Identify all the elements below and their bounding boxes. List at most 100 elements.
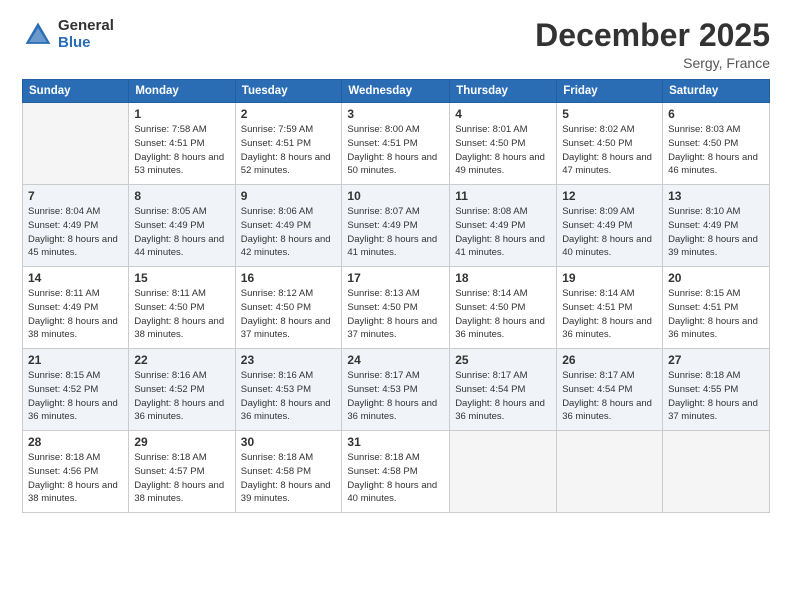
logo: General Blue <box>22 18 114 51</box>
calendar-cell: 3 Sunrise: 8:00 AM Sunset: 4:51 PM Daylig… <box>342 103 450 185</box>
calendar-cell: 6 Sunrise: 8:03 AM Sunset: 4:50 PM Daylig… <box>663 103 770 185</box>
calendar-cell: 27 Sunrise: 8:18 AM Sunset: 4:55 PM Dayli… <box>663 349 770 431</box>
day-number: 15 <box>134 271 229 285</box>
day-number: 18 <box>455 271 551 285</box>
calendar-header-row: SundayMondayTuesdayWednesdayThursdayFrid… <box>23 80 770 103</box>
day-info: Sunrise: 8:18 AM Sunset: 4:55 PM Dayligh… <box>668 369 764 424</box>
calendar-table: SundayMondayTuesdayWednesdayThursdayFrid… <box>22 79 770 513</box>
day-number: 5 <box>562 107 657 121</box>
calendar-week-row: 7 Sunrise: 8:04 AM Sunset: 4:49 PM Daylig… <box>23 185 770 267</box>
day-info: Sunrise: 8:14 AM Sunset: 4:51 PM Dayligh… <box>562 287 657 342</box>
day-number: 3 <box>347 107 444 121</box>
day-info: Sunrise: 8:16 AM Sunset: 4:53 PM Dayligh… <box>241 369 337 424</box>
day-info: Sunrise: 8:17 AM Sunset: 4:53 PM Dayligh… <box>347 369 444 424</box>
calendar-week-row: 1 Sunrise: 7:58 AM Sunset: 4:51 PM Daylig… <box>23 103 770 185</box>
header: General Blue December 2025 Sergy, France <box>22 18 770 71</box>
day-info: Sunrise: 8:04 AM Sunset: 4:49 PM Dayligh… <box>28 205 123 260</box>
day-info: Sunrise: 8:10 AM Sunset: 4:49 PM Dayligh… <box>668 205 764 260</box>
calendar-cell <box>557 431 663 513</box>
calendar-cell: 17 Sunrise: 8:13 AM Sunset: 4:50 PM Dayli… <box>342 267 450 349</box>
day-info: Sunrise: 8:17 AM Sunset: 4:54 PM Dayligh… <box>562 369 657 424</box>
calendar-cell: 28Sunrise: 8:18 AM Sunset: 4:56 PM Dayli… <box>23 431 129 513</box>
day-number: 27 <box>668 353 764 367</box>
day-number: 20 <box>668 271 764 285</box>
day-number: 19 <box>562 271 657 285</box>
calendar-week-row: 28Sunrise: 8:18 AM Sunset: 4:56 PM Dayli… <box>23 431 770 513</box>
calendar-cell: 22 Sunrise: 8:16 AM Sunset: 4:52 PM Dayli… <box>129 349 235 431</box>
day-number: 1 <box>134 107 229 121</box>
col-header-monday: Monday <box>129 80 235 103</box>
col-header-thursday: Thursday <box>450 80 557 103</box>
day-info: Sunrise: 8:03 AM Sunset: 4:50 PM Dayligh… <box>668 123 764 178</box>
day-info: Sunrise: 7:59 AM Sunset: 4:51 PM Dayligh… <box>241 123 337 178</box>
calendar-cell: 20Sunrise: 8:15 AM Sunset: 4:51 PM Dayli… <box>663 267 770 349</box>
calendar-cell: 23Sunrise: 8:16 AM Sunset: 4:53 PM Dayli… <box>235 349 342 431</box>
calendar-cell: 10 Sunrise: 8:07 AM Sunset: 4:49 PM Dayli… <box>342 185 450 267</box>
subtitle: Sergy, France <box>535 55 770 71</box>
calendar-cell: 15 Sunrise: 8:11 AM Sunset: 4:50 PM Dayli… <box>129 267 235 349</box>
calendar-cell: 4Sunrise: 8:01 AM Sunset: 4:50 PM Daylig… <box>450 103 557 185</box>
day-number: 28 <box>28 435 123 449</box>
day-info: Sunrise: 8:08 AM Sunset: 4:49 PM Dayligh… <box>455 205 551 260</box>
day-info: Sunrise: 8:11 AM Sunset: 4:50 PM Dayligh… <box>134 287 229 342</box>
day-info: Sunrise: 8:17 AM Sunset: 4:54 PM Dayligh… <box>455 369 551 424</box>
logo-icon <box>22 19 54 51</box>
day-number: 2 <box>241 107 337 121</box>
day-info: Sunrise: 8:09 AM Sunset: 4:49 PM Dayligh… <box>562 205 657 260</box>
day-info: Sunrise: 8:15 AM Sunset: 4:52 PM Dayligh… <box>28 369 123 424</box>
day-info: Sunrise: 8:02 AM Sunset: 4:50 PM Dayligh… <box>562 123 657 178</box>
day-info: Sunrise: 8:18 AM Sunset: 4:58 PM Dayligh… <box>241 451 337 506</box>
day-number: 11 <box>455 189 551 203</box>
day-info: Sunrise: 8:18 AM Sunset: 4:57 PM Dayligh… <box>134 451 229 506</box>
col-header-friday: Friday <box>557 80 663 103</box>
calendar-cell <box>663 431 770 513</box>
day-number: 30 <box>241 435 337 449</box>
title-block: December 2025 Sergy, France <box>535 18 770 71</box>
day-info: Sunrise: 8:05 AM Sunset: 4:49 PM Dayligh… <box>134 205 229 260</box>
month-title: December 2025 <box>535 18 770 53</box>
day-number: 6 <box>668 107 764 121</box>
calendar-cell: 18 Sunrise: 8:14 AM Sunset: 4:50 PM Dayli… <box>450 267 557 349</box>
calendar-cell: 5 Sunrise: 8:02 AM Sunset: 4:50 PM Daylig… <box>557 103 663 185</box>
calendar-cell: 19 Sunrise: 8:14 AM Sunset: 4:51 PM Dayli… <box>557 267 663 349</box>
day-info: Sunrise: 8:12 AM Sunset: 4:50 PM Dayligh… <box>241 287 337 342</box>
calendar-cell: 14Sunrise: 8:11 AM Sunset: 4:49 PM Dayli… <box>23 267 129 349</box>
calendar-cell: 1 Sunrise: 7:58 AM Sunset: 4:51 PM Daylig… <box>129 103 235 185</box>
day-number: 17 <box>347 271 444 285</box>
col-header-saturday: Saturday <box>663 80 770 103</box>
calendar-cell: 24Sunrise: 8:17 AM Sunset: 4:53 PM Dayli… <box>342 349 450 431</box>
day-number: 10 <box>347 189 444 203</box>
day-number: 29 <box>134 435 229 449</box>
calendar-cell: 25Sunrise: 8:17 AM Sunset: 4:54 PM Dayli… <box>450 349 557 431</box>
calendar-cell: 26Sunrise: 8:17 AM Sunset: 4:54 PM Dayli… <box>557 349 663 431</box>
calendar-cell <box>23 103 129 185</box>
day-number: 7 <box>28 189 123 203</box>
col-header-sunday: Sunday <box>23 80 129 103</box>
day-info: Sunrise: 8:11 AM Sunset: 4:49 PM Dayligh… <box>28 287 123 342</box>
day-number: 22 <box>134 353 229 367</box>
calendar-cell: 30 Sunrise: 8:18 AM Sunset: 4:58 PM Dayli… <box>235 431 342 513</box>
day-info: Sunrise: 8:01 AM Sunset: 4:50 PM Dayligh… <box>455 123 551 178</box>
day-info: Sunrise: 8:16 AM Sunset: 4:52 PM Dayligh… <box>134 369 229 424</box>
day-info: Sunrise: 8:07 AM Sunset: 4:49 PM Dayligh… <box>347 205 444 260</box>
day-number: 9 <box>241 189 337 203</box>
day-info: Sunrise: 8:06 AM Sunset: 4:49 PM Dayligh… <box>241 205 337 260</box>
calendar-cell: 9 Sunrise: 8:06 AM Sunset: 4:49 PM Daylig… <box>235 185 342 267</box>
logo-general: General <box>58 18 114 35</box>
day-number: 16 <box>241 271 337 285</box>
calendar-cell: 21 Sunrise: 8:15 AM Sunset: 4:52 PM Dayli… <box>23 349 129 431</box>
col-header-tuesday: Tuesday <box>235 80 342 103</box>
day-info: Sunrise: 8:14 AM Sunset: 4:50 PM Dayligh… <box>455 287 551 342</box>
calendar-cell <box>450 431 557 513</box>
day-info: Sunrise: 8:18 AM Sunset: 4:58 PM Dayligh… <box>347 451 444 506</box>
day-number: 21 <box>28 353 123 367</box>
logo-blue: Blue <box>58 35 114 52</box>
day-number: 12 <box>562 189 657 203</box>
day-info: Sunrise: 7:58 AM Sunset: 4:51 PM Dayligh… <box>134 123 229 178</box>
day-info: Sunrise: 8:13 AM Sunset: 4:50 PM Dayligh… <box>347 287 444 342</box>
calendar-week-row: 21 Sunrise: 8:15 AM Sunset: 4:52 PM Dayli… <box>23 349 770 431</box>
logo-text: General Blue <box>58 18 114 51</box>
page: General Blue December 2025 Sergy, France… <box>0 0 792 612</box>
day-info: Sunrise: 8:00 AM Sunset: 4:51 PM Dayligh… <box>347 123 444 178</box>
calendar-cell: 8Sunrise: 8:05 AM Sunset: 4:49 PM Daylig… <box>129 185 235 267</box>
